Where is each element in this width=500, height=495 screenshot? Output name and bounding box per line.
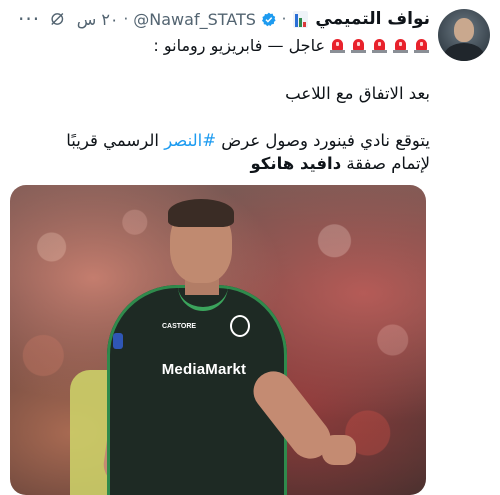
tweet-paragraph-1: بعد الاتفاق مع اللاعب: [285, 84, 430, 103]
avatar-head: [454, 18, 474, 42]
tweet-paragraph-2: يتوقع نادي فينورد وصول عرض #النصر الرسمي…: [20, 129, 430, 153]
more-options-icon[interactable]: ···: [18, 7, 40, 31]
paragraph-2-end: الرسمي قريبًا: [66, 131, 165, 150]
player-name-bold: دافيد هانكو: [250, 154, 342, 173]
siren-group: [329, 37, 430, 54]
league-badge-icon: [113, 333, 123, 349]
paragraph-2-start: يتوقع نادي فينورد وصول عرض: [216, 131, 430, 150]
author-name[interactable]: نواف التميمي: [315, 9, 430, 29]
author-handle[interactable]: @Nawaf_STATS: [133, 10, 256, 29]
headline-line: عاجل — فابريزيو رومانو :: [153, 32, 430, 58]
headline-text: عاجل — فابريزيو رومانو :: [153, 35, 325, 55]
tweet-time[interactable]: ٢٠ س: [77, 10, 119, 29]
player-hair: [168, 199, 234, 227]
siren-icon: [413, 37, 430, 54]
paragraph-3-start: لإتمام صفقة: [341, 154, 430, 173]
verified-badge-icon: [261, 12, 276, 26]
club-crest-icon: [230, 315, 250, 337]
siren-icon: [350, 37, 367, 54]
player-fist: [322, 435, 356, 465]
author-avatar[interactable]: [438, 9, 490, 61]
grok-icon[interactable]: [49, 10, 66, 28]
siren-icon: [371, 37, 388, 54]
tweet-paragraph-3: لإتمام صفقة دافيد هانكو: [20, 152, 430, 176]
siren-icon: [329, 37, 346, 54]
hashtag-link[interactable]: #النصر: [164, 131, 216, 150]
kit-brand-logo: CASTORE: [162, 323, 197, 330]
tweet-media-photo[interactable]: CASTORE MediaMarkt: [10, 185, 426, 495]
bar-chart-icon: [293, 10, 309, 28]
shirt-sponsor-logo: MediaMarkt: [161, 361, 247, 378]
avatar-body: [444, 43, 484, 61]
name-dot: ·: [281, 10, 287, 28]
siren-icon: [392, 37, 409, 54]
separator-dot: ·: [123, 10, 129, 28]
tweet-header: نواف التميمي · @Nawaf_STATS · ٢٠ س ···: [18, 6, 430, 32]
